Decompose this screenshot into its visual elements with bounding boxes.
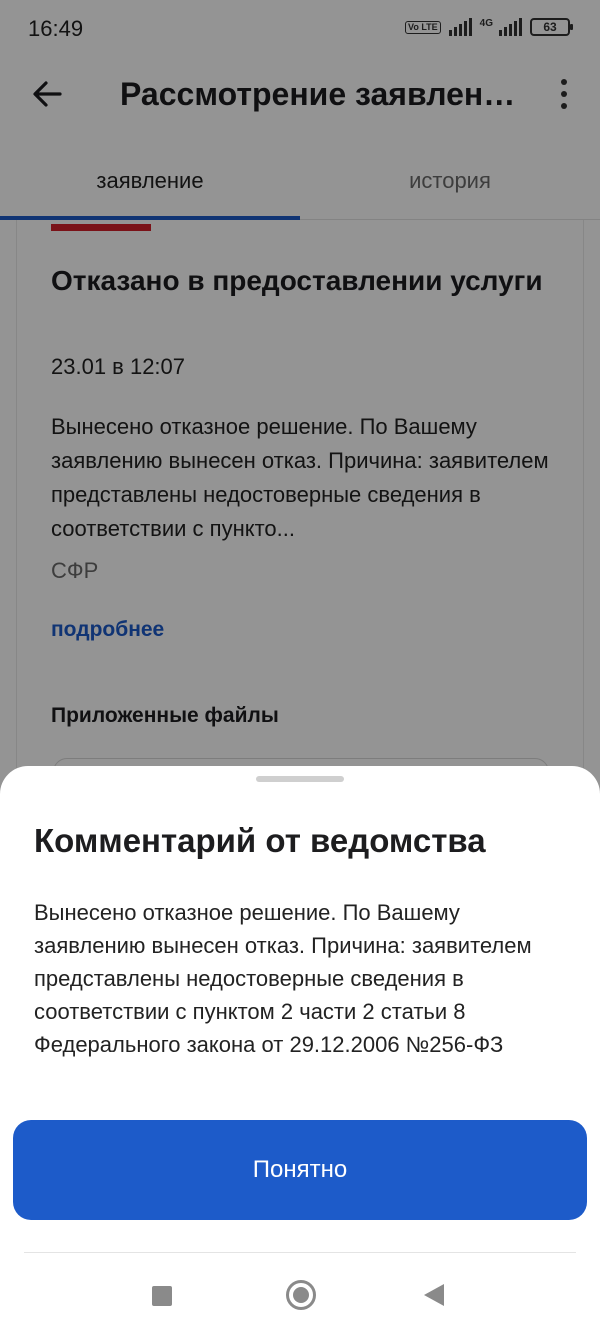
recents-icon[interactable]	[152, 1286, 172, 1306]
sheet-title: Комментарий от ведомства	[34, 822, 486, 859]
drag-handle[interactable]	[256, 776, 344, 782]
home-icon[interactable]	[286, 1280, 316, 1310]
nav-back-icon[interactable]	[424, 1284, 444, 1306]
sheet-comment-text: Вынесено отказное решение. По Вашему зая…	[34, 900, 532, 1057]
divider	[24, 1252, 576, 1253]
comment-bottom-sheet: Комментарий от ведомства Вынесено отказн…	[0, 766, 600, 1332]
system-nav-bar	[0, 1254, 600, 1332]
understood-button[interactable]: Понятно	[13, 1120, 587, 1220]
